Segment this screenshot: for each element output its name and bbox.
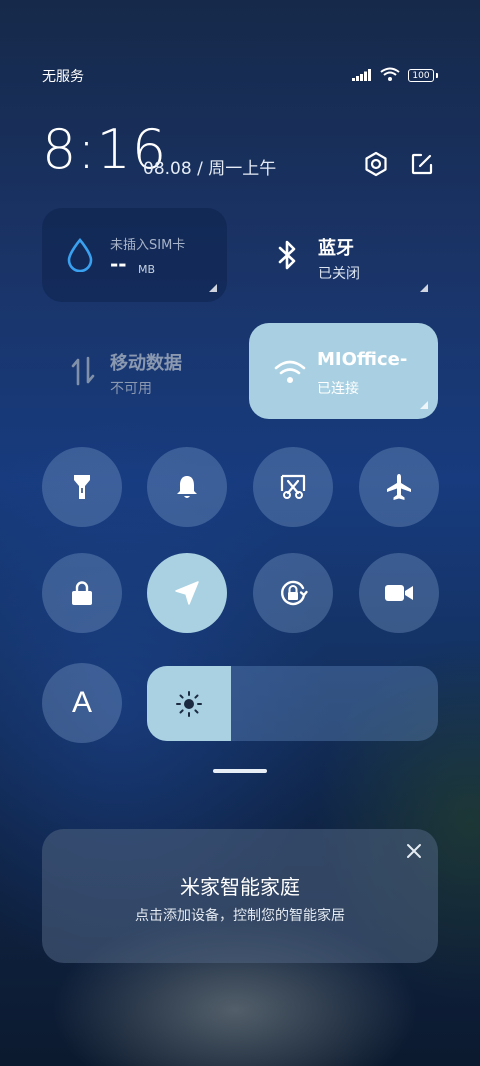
- bluetooth-title: 蓝牙: [318, 238, 354, 259]
- mobile-data-arrows-icon: [71, 356, 95, 386]
- signal-icon: [352, 66, 372, 85]
- settings-button[interactable]: [360, 148, 392, 180]
- auto-rotate-lock-icon: [280, 580, 308, 606]
- edit-icon: [411, 153, 433, 175]
- mobile-data-title: 移动数据: [110, 353, 182, 374]
- bell-icon: [177, 476, 197, 498]
- location-toggle[interactable]: [147, 553, 227, 633]
- expand-corner-icon: [420, 284, 428, 292]
- flashlight-icon: [74, 475, 90, 499]
- drag-handle[interactable]: [213, 769, 267, 773]
- carrier-status: 无服务: [42, 69, 84, 85]
- screenshot-icon: [280, 474, 306, 499]
- rotation-lock-toggle[interactable]: [253, 553, 333, 633]
- airplane-icon: [387, 474, 411, 500]
- silent-toggle[interactable]: [147, 447, 227, 527]
- data-usage-title: 未插入SIM卡: [110, 238, 186, 253]
- edit-button[interactable]: [406, 148, 438, 180]
- close-icon: [407, 844, 421, 858]
- expand-corner-icon: [209, 284, 217, 292]
- location-icon: [175, 581, 199, 605]
- bluetooth-tile[interactable]: 蓝牙 已关闭: [249, 208, 438, 302]
- brightness-slider[interactable]: [147, 666, 438, 741]
- date-text: 08.08 / 周一上午: [143, 159, 277, 179]
- battery-icon: 100: [408, 69, 434, 82]
- brightness-slider-fill[interactable]: [147, 666, 232, 741]
- data-usage-tile[interactable]: 未插入SIM卡 -- MB: [42, 208, 227, 302]
- mi-home-subtitle: 点击添加设备，控制您的智能家居: [135, 908, 345, 924]
- bluetooth-icon: [278, 240, 296, 270]
- settings-hexagon-icon: [365, 151, 387, 177]
- sun-icon: [176, 690, 203, 717]
- wifi-title: MIOffice-: [317, 349, 408, 370]
- flashlight-toggle[interactable]: [42, 447, 122, 527]
- airplane-mode-toggle[interactable]: [359, 447, 439, 527]
- auto-brightness-button[interactable]: A: [42, 663, 122, 743]
- bluetooth-status: 已关闭: [318, 266, 360, 282]
- auto-brightness-label: A: [71, 686, 92, 719]
- video-camera-icon: [385, 585, 413, 601]
- water-drop-icon: [67, 238, 93, 272]
- mobile-data-tile[interactable]: 移动数据 不可用: [42, 323, 227, 419]
- wifi-icon: [274, 360, 306, 383]
- data-usage-unit: MB: [138, 263, 156, 276]
- screenshot-toggle[interactable]: [253, 447, 333, 527]
- wifi-status-icon: [380, 66, 400, 85]
- wifi-status: 已连接: [317, 381, 359, 397]
- close-button[interactable]: [404, 841, 424, 861]
- screen-recorder-toggle[interactable]: [359, 553, 439, 633]
- battery-cap: [436, 73, 438, 78]
- wifi-tile[interactable]: MIOffice- 已连接: [249, 323, 438, 419]
- status-icons: 100: [352, 66, 438, 85]
- expand-corner-icon: [420, 401, 428, 409]
- mobile-data-status: 不可用: [110, 381, 152, 397]
- mi-home-card[interactable]: 米家智能家庭 点击添加设备，控制您的智能家居: [42, 829, 438, 963]
- data-usage-value: --: [110, 252, 127, 276]
- lock-screen-toggle[interactable]: [42, 553, 122, 633]
- mi-home-title: 米家智能家庭: [180, 875, 300, 899]
- lock-icon: [72, 581, 92, 605]
